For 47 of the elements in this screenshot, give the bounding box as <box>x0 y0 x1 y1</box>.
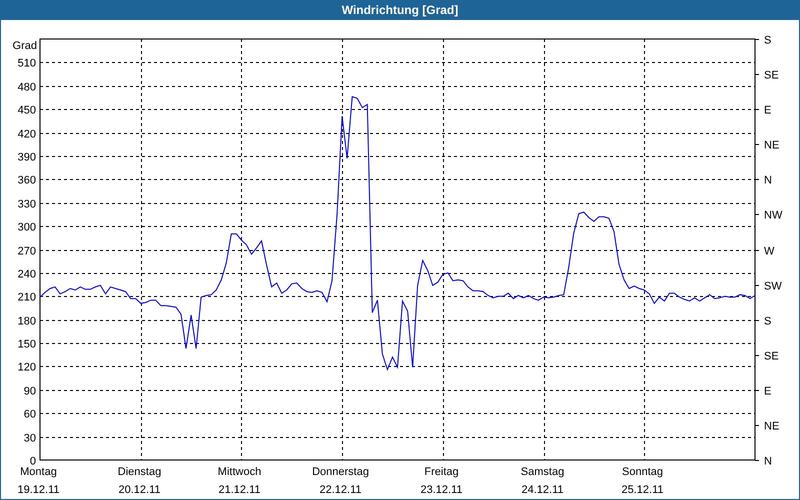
date-label: 25.12.11 <box>622 484 664 496</box>
direction-label: N <box>764 456 772 468</box>
direction-label: NE <box>764 420 780 432</box>
date-label: 23.12.11 <box>420 484 462 496</box>
axis-label: 150 <box>18 338 36 350</box>
axis-label: 270 <box>18 246 36 258</box>
direction-label: SE <box>764 350 779 362</box>
date-label: 21.12.11 <box>218 484 260 496</box>
axis-title: Grad <box>12 40 37 52</box>
axis-label: 300 <box>18 222 36 234</box>
axis-label: 330 <box>18 198 36 210</box>
direction-label: W <box>764 246 774 258</box>
window-title: Windrichtung [Grad] <box>342 3 458 17</box>
axis-label: 180 <box>18 316 36 328</box>
direction-label: SW <box>764 280 782 292</box>
day-label: Mittwoch <box>218 466 262 478</box>
axis-label: 30 <box>24 432 36 444</box>
day-label: Montag <box>20 466 57 478</box>
day-label: Sonntag <box>622 466 663 478</box>
direction-label: NW <box>764 210 782 222</box>
date-label: 24.12.11 <box>522 484 564 496</box>
direction-label: S <box>764 34 772 46</box>
direction-label: E <box>764 386 772 398</box>
date-label: 22.12.11 <box>320 484 362 496</box>
axis-label: 60 <box>24 408 36 420</box>
axis-label: 450 <box>18 104 36 116</box>
axis-label: 510 <box>18 58 36 70</box>
axis-label: 120 <box>18 362 36 374</box>
axis-label: 0 <box>30 456 36 468</box>
direction-label: S <box>764 316 772 328</box>
direction-label: SE <box>764 70 779 82</box>
day-label: Samstag <box>520 466 564 478</box>
axis-label: 480 <box>18 82 36 94</box>
axis-label: 390 <box>18 152 36 164</box>
axis-label: 240 <box>18 268 36 280</box>
direction-label: NE <box>764 140 780 152</box>
axis-label: 360 <box>18 174 36 186</box>
axis-label: 90 <box>24 386 36 398</box>
day-label: Dienstag <box>118 466 162 478</box>
day-label: Donnerstag <box>312 466 369 478</box>
direction-label: N <box>764 174 772 186</box>
date-label: 20.12.11 <box>118 484 160 496</box>
axis-label: 210 <box>18 292 36 304</box>
direction-label: E <box>764 104 772 116</box>
day-label: Freitag <box>424 466 459 478</box>
date-label: 19.12.11 <box>18 484 60 496</box>
axis-label: 420 <box>18 128 36 140</box>
